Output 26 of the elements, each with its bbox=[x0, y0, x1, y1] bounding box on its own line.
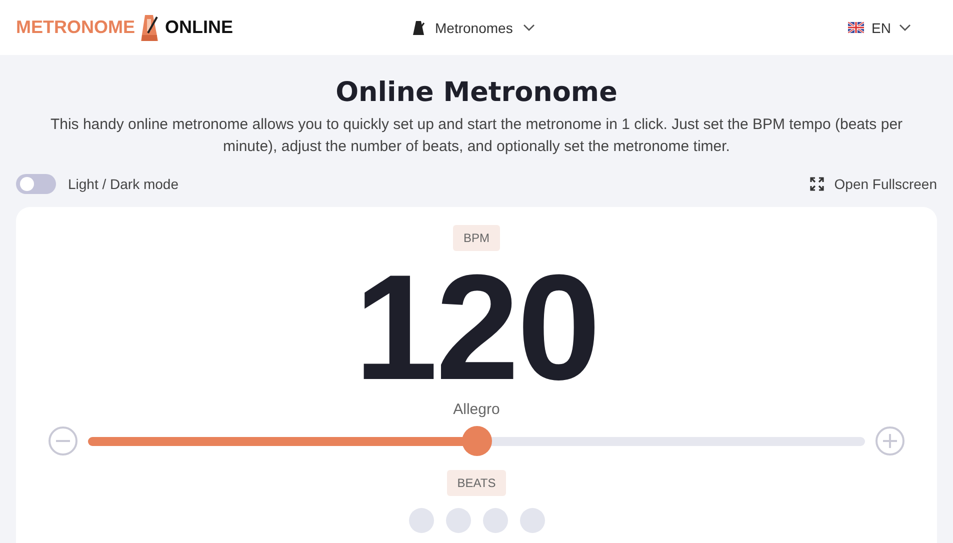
minus-button-icon bbox=[48, 426, 78, 456]
tempo-name: Allegro bbox=[453, 401, 500, 418]
metronome-icon bbox=[140, 12, 160, 42]
flag-icon bbox=[848, 22, 864, 33]
beats-label: BEATS bbox=[447, 470, 506, 496]
bpm-label: BPM bbox=[453, 225, 500, 251]
tempo-slider[interactable] bbox=[88, 426, 865, 456]
plus-button-icon bbox=[875, 426, 905, 456]
beat-dot[interactable] bbox=[446, 508, 470, 533]
page-title: Online Metronome bbox=[334, 77, 618, 108]
beat-dot[interactable] bbox=[520, 508, 544, 533]
chevron-down-icon bbox=[899, 24, 911, 32]
beat-dot[interactable] bbox=[482, 508, 508, 533]
expand-icon bbox=[810, 177, 824, 191]
switch-label: Light / Dark mode bbox=[68, 176, 178, 192]
fullscreen-button[interactable]: Open Fullscreen bbox=[810, 176, 937, 192]
chevron-down-icon bbox=[522, 24, 535, 32]
beat-dot[interactable] bbox=[408, 508, 434, 533]
slider-thumb[interactable] bbox=[462, 426, 492, 456]
language-menu[interactable]: EN bbox=[848, 20, 911, 36]
logo[interactable]: METRONOME ONLINE bbox=[16, 12, 234, 42]
bpm-value: 120 bbox=[354, 257, 599, 397]
metronomes-menu[interactable]: Metronomes bbox=[413, 20, 535, 36]
intro-text: This handy online metronome allows you to quickly set up and start the metronome in 1 click. Just set the BPM tempo (beats per minute), adjust the number of beats, and optionally set the metronome timer. bbox=[49, 115, 904, 157]
metronome-icon bbox=[413, 20, 426, 36]
theme-switch[interactable] bbox=[16, 174, 56, 194]
